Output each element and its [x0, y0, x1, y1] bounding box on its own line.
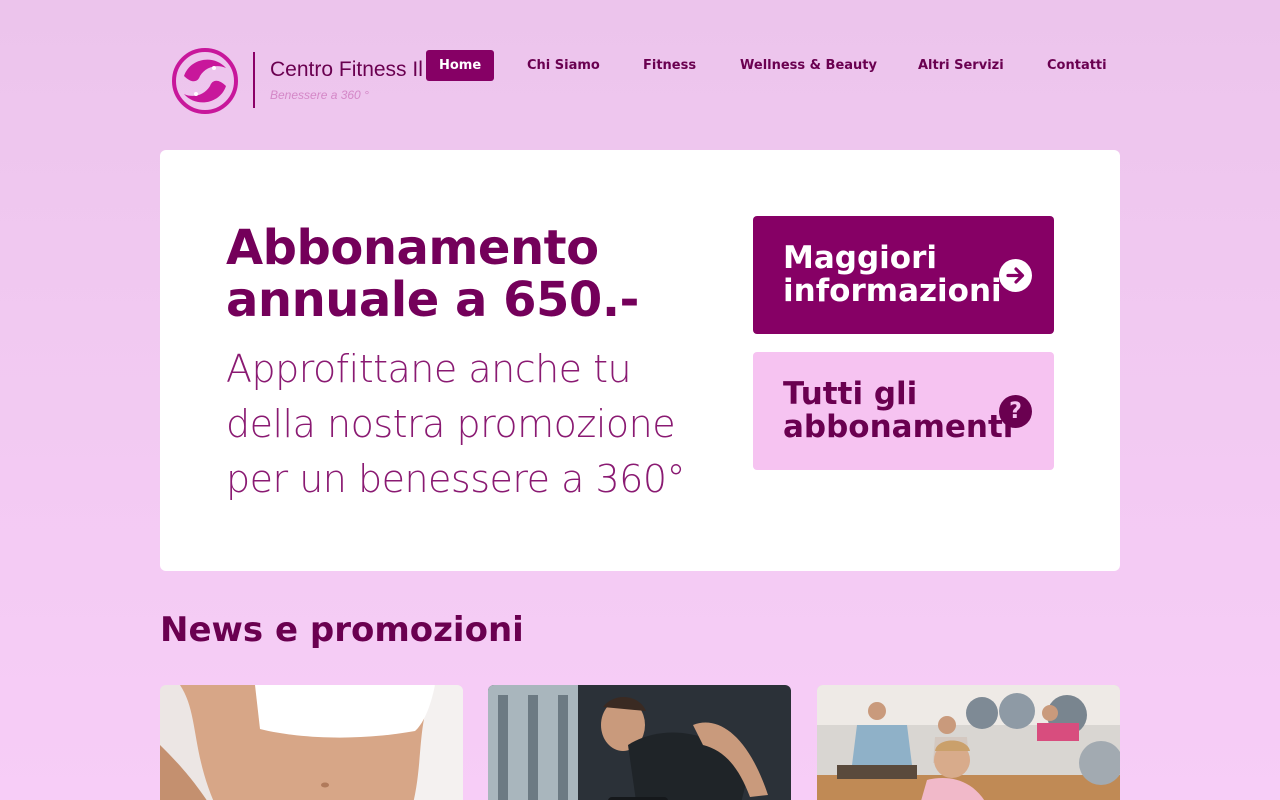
nav-item-chi-siamo[interactable]: Chi Siamo: [527, 50, 600, 81]
nav-item-wellness-beauty[interactable]: Wellness & Beauty: [740, 50, 877, 81]
hero-card: Abbonamento annuale a 650.- Approfittane…: [160, 150, 1120, 571]
hero-subtitle: Approfittane anche tu della nostra promo…: [226, 347, 686, 501]
main-nav: Home Chi Siamo Fitness Wellness & Beauty…: [0, 50, 1280, 82]
brand-tagline: Benessere a 360 °: [270, 88, 369, 102]
news-card-woman-waist[interactable]: [160, 685, 463, 800]
all-subscriptions-label: Tutti gli abbonamenti: [783, 376, 1014, 445]
more-info-button[interactable]: Maggiori informazioni: [753, 216, 1054, 334]
site-header: Centro Fitness Il Delfino Benessere a 36…: [0, 0, 1280, 130]
nav-item-home[interactable]: Home: [426, 50, 495, 81]
nav-item-altri-servizi[interactable]: Altri Servizi: [918, 50, 1004, 81]
nav-item-fitness[interactable]: Fitness: [643, 50, 696, 81]
group-fitness-class-photo: [817, 685, 1120, 800]
news-heading: News e promozioni: [160, 610, 524, 650]
arrow-right-circle-icon: [999, 259, 1032, 292]
nav-item-contatti[interactable]: Contatti: [1047, 50, 1107, 81]
news-card-group-class[interactable]: [817, 685, 1120, 800]
news-card-man-workout[interactable]: [488, 685, 791, 800]
hero-title: Abbonamento annuale a 650.-: [226, 220, 639, 328]
woman-waist-photo: [160, 685, 463, 800]
man-dumbbell-workout-photo: [488, 685, 791, 800]
question-circle-icon: ?: [999, 395, 1032, 428]
all-subscriptions-button[interactable]: Tutti gli abbonamenti ?: [753, 352, 1054, 470]
more-info-label: Maggiori informazioni: [783, 240, 1002, 309]
